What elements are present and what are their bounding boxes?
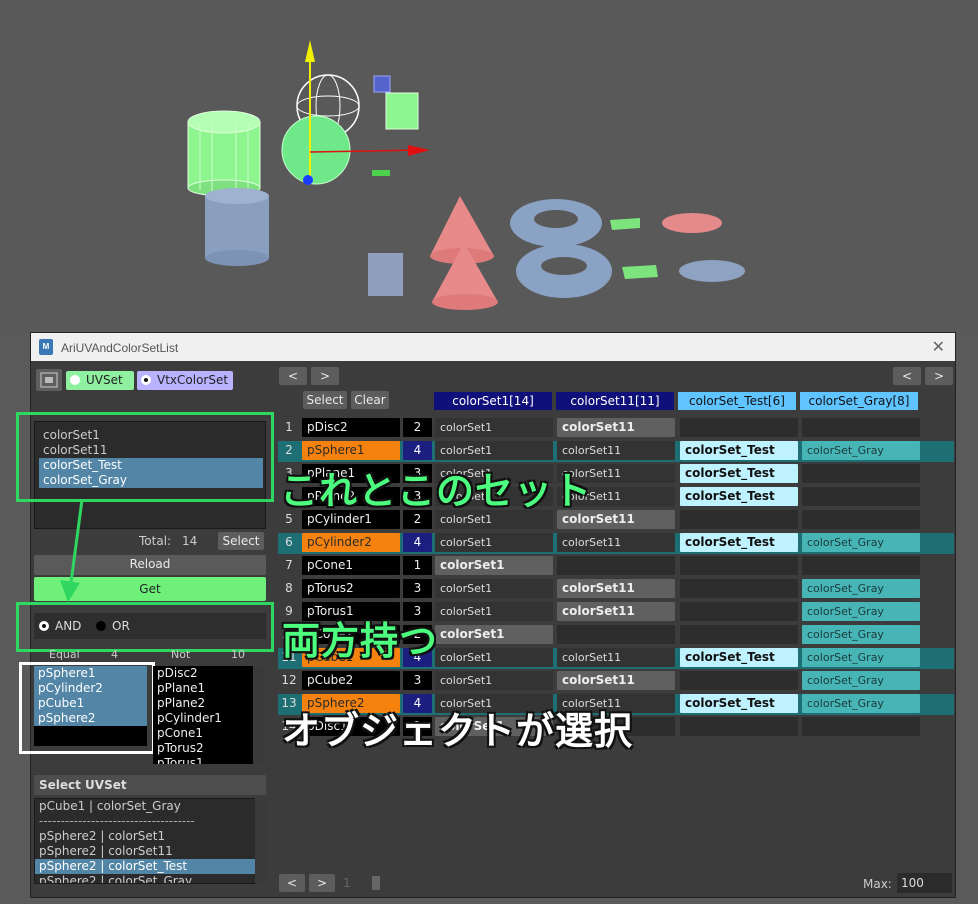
- annotation-arrow: [60, 499, 84, 602]
